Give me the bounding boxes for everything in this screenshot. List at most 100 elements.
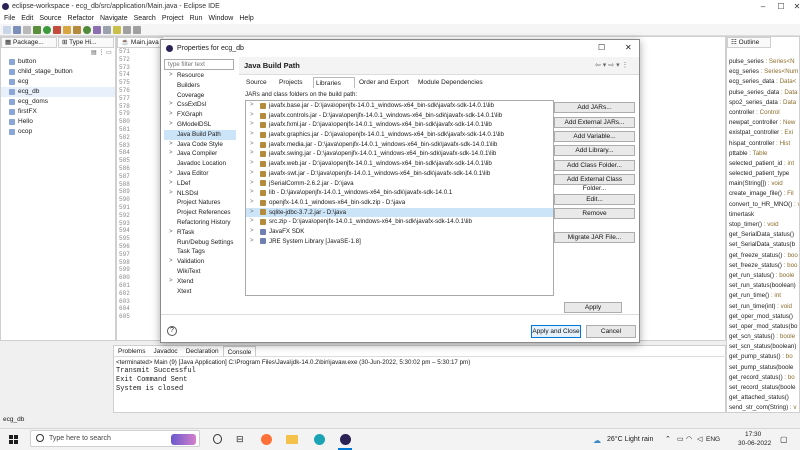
build-path-entry[interactable]: JavaFX SDK [246, 227, 553, 237]
outline-item[interactable]: get_attached_status() [727, 393, 799, 403]
edge-icon[interactable] [314, 434, 325, 445]
nav-item-java-code-style[interactable]: Java Code Style [164, 140, 236, 150]
clock-date[interactable]: 30-06-2022 [738, 440, 771, 447]
outline-item[interactable]: get_record_status() : bo [727, 373, 799, 383]
nav-item-builders[interactable]: Builders [164, 81, 236, 91]
volume-icon[interactable]: ◁ [697, 435, 702, 443]
dialog-maximize-icon[interactable]: ☐ [598, 43, 605, 52]
outline-item[interactable]: pulse_series_data : Data [727, 88, 799, 98]
file-explorer-icon[interactable] [286, 435, 298, 444]
build-path-entry[interactable]: javafx.web.jar - D:\java\openjfx-14.0.1_… [246, 159, 553, 169]
build-path-entry[interactable]: JRE System Library [JavaSE-1.8] [246, 237, 553, 247]
tab-console-declaration[interactable]: Declaration [182, 346, 223, 356]
tab-projects[interactable]: Projects [277, 77, 311, 88]
nav-item-resource[interactable]: Resource [164, 71, 236, 81]
nav-item-project-natures[interactable]: Project Natures [164, 198, 236, 208]
external-tools-icon[interactable] [53, 25, 61, 34]
menu-item-search[interactable]: Search [134, 15, 156, 22]
tab-source[interactable]: Source [244, 77, 275, 88]
forward-icon[interactable] [133, 25, 141, 34]
nav-item-rtask[interactable]: RTask [164, 228, 236, 238]
outline-item[interactable]: set_run_time(int) : void [727, 302, 799, 312]
help-icon[interactable]: ? [167, 326, 177, 336]
outline-item[interactable]: spo2_series_data : Data [727, 98, 799, 108]
nav-item-java-compiler[interactable]: Java Compiler [164, 149, 236, 159]
menu-item-source[interactable]: Source [39, 15, 61, 22]
nav-item-gmodeldsl[interactable]: GModelDSL [164, 120, 236, 130]
filter-input[interactable] [164, 59, 234, 70]
view-menu-icon[interactable]: ▤ ⋮ ▭ [91, 49, 112, 56]
firefox-icon[interactable] [261, 434, 272, 445]
build-path-entry[interactable]: sqlite-jdbc-3.7.2.jar - D:\java [246, 207, 553, 218]
menu-item-file[interactable]: File [4, 15, 15, 22]
nav-item-ldef[interactable]: LDef [164, 179, 236, 189]
tab-console-problems[interactable]: Problems [114, 346, 149, 356]
build-path-entry[interactable]: src.zip - D:\java\openjfx-14.0.1_windows… [246, 217, 553, 227]
nav-item-refactoring-history[interactable]: Refactoring History [164, 218, 236, 228]
nav-item-task-tags[interactable]: Task Tags [164, 247, 236, 257]
add-external-jars-button[interactable]: Add External JARs... [554, 117, 635, 128]
tab-order-and-export[interactable]: Order and Export [357, 77, 414, 88]
package-item-ecg[interactable]: ecg [1, 77, 115, 87]
close-icon[interactable]: ✕ [786, 0, 800, 13]
outline-item[interactable]: get_SerialData_status() [727, 230, 799, 240]
outline-item[interactable]: set_oper_mod_status(bo [727, 322, 799, 332]
add-jars-button[interactable]: Add JARs... [554, 102, 635, 113]
new-icon[interactable] [3, 25, 11, 34]
save-icon[interactable] [13, 25, 21, 34]
task-view-icon[interactable] [213, 434, 222, 444]
outline-item[interactable]: stop_timer() : void [727, 220, 799, 230]
annotation-icon[interactable] [113, 25, 121, 34]
nav-item-wikitext[interactable]: WikiText [164, 267, 236, 277]
tab-libraries[interactable]: Libraries [313, 77, 355, 88]
package-item-ocop[interactable]: ocop [1, 127, 115, 137]
build-path-list[interactable]: javafx.base.jar - D:\java\openjfx-14.0.1… [245, 100, 554, 296]
nav-item-cssextdsl[interactable]: CssExtDsl [164, 100, 236, 110]
nav-item-run-debug-settings[interactable]: Run/Debug Settings [164, 238, 236, 248]
tab-package-explorer[interactable]: ▦ Package... [1, 37, 57, 48]
edit-button[interactable]: Edit... [554, 194, 635, 205]
run-icon[interactable] [43, 25, 51, 34]
new-class-icon[interactable] [83, 25, 91, 34]
tab-outline[interactable]: ☷ Outline [727, 37, 771, 48]
outline-item[interactable]: get_oper_mod_status() [727, 312, 799, 322]
page-nav-arrows-icon[interactable]: ⇦ ▾ ⇨ ▾ ⋮ [595, 61, 629, 69]
build-path-entry[interactable]: javafx.fxml.jar - D:\java\openjfx-14.0.1… [246, 120, 553, 130]
outline-item[interactable]: timertask [727, 210, 799, 220]
outline-item[interactable]: controller : Control [727, 108, 799, 118]
clock-time[interactable]: 17:30 [745, 431, 761, 438]
outline-item[interactable]: get_run_status() : boole [727, 271, 799, 281]
outline-item[interactable]: send_str_com(String) : v [727, 403, 799, 412]
wifi-icon[interactable]: ◠ [686, 435, 692, 443]
outline-item[interactable]: set_run_status(boolean) [727, 281, 799, 291]
package-item-ecg-doms[interactable]: ecg_doms [1, 97, 115, 107]
outline-item[interactable]: selected_patient_type [727, 169, 799, 179]
build-path-entry[interactable]: javafx.swing.jar - D:\java\openjfx-14.0.… [246, 149, 553, 159]
outline-item[interactable]: set_freeze_status() : boo [727, 261, 799, 271]
outline-item[interactable]: selected_patient_id : int [727, 159, 799, 169]
windows-start-icon[interactable] [9, 435, 18, 444]
nav-item-java-build-path[interactable]: Java Build Path [164, 129, 236, 140]
tab-module-dependencies[interactable]: Module Dependencies [416, 77, 486, 88]
new-package-icon[interactable] [73, 25, 81, 34]
dialog-close-icon[interactable]: ✕ [625, 43, 632, 52]
widgets-icon[interactable]: ⊟ [236, 434, 244, 445]
outline-item[interactable]: create_image_file() : Fil [727, 189, 799, 199]
language-indicator[interactable]: ENG [706, 436, 720, 443]
outline-item[interactable]: get_freeze_status() : boo [727, 251, 799, 261]
search-icon[interactable] [103, 25, 111, 34]
outline-item[interactable]: set_scn_status(boolean) [727, 342, 799, 352]
outline-item[interactable]: get_pump_status() : bo [727, 352, 799, 362]
weather-icon[interactable]: ☁ [593, 436, 601, 445]
back-icon[interactable] [123, 25, 131, 34]
network-icon[interactable]: ▭ [677, 435, 684, 443]
open-type-icon[interactable] [93, 25, 101, 34]
menu-item-run[interactable]: Run [190, 15, 203, 22]
build-path-entry[interactable]: lib - D:\java\openjfx-14.0.1_windows-x64… [246, 188, 553, 198]
outline-item[interactable]: main(String[]) : void [727, 179, 799, 189]
nav-item-javadoc-location[interactable]: Javadoc Location [164, 159, 236, 169]
remove-button[interactable]: Remove [554, 208, 635, 219]
nav-item-coverage[interactable]: Coverage [164, 91, 236, 101]
migrate-jar-file-button[interactable]: Migrate JAR File... [554, 232, 635, 243]
add-class-folder-button[interactable]: Add Class Folder... [554, 160, 635, 171]
